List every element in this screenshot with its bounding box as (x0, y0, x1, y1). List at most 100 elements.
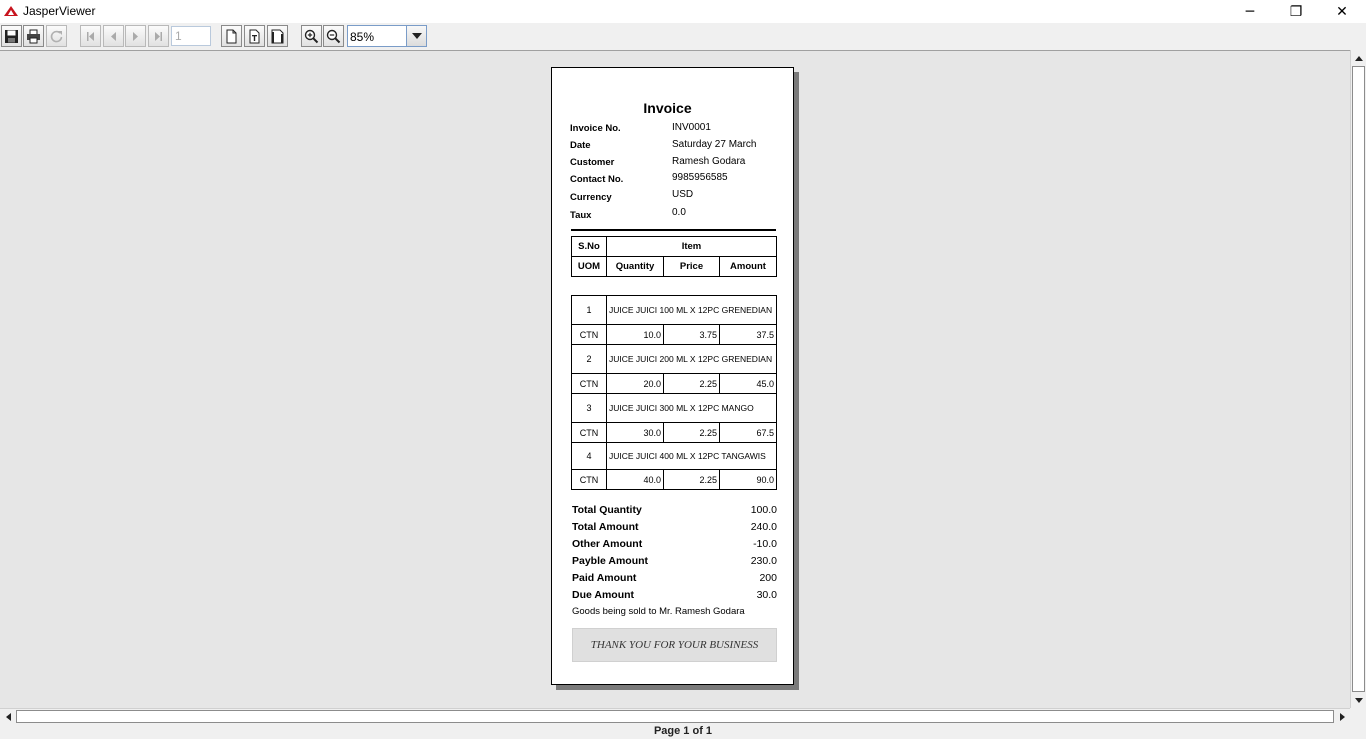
paid-amount-label: Paid Amount (572, 572, 637, 584)
item-description: JUICE JUICI 300 ML X 12PC MANGO (606, 393, 777, 423)
table-row: CTN 10.0 3.75 37.5 (571, 324, 777, 345)
scroll-up-button[interactable] (1351, 50, 1366, 66)
thank-you-banner: THANK YOU FOR YOUR BUSINESS (572, 628, 777, 662)
save-icon (5, 29, 18, 43)
next-page-button[interactable] (125, 25, 146, 47)
previous-page-button[interactable] (103, 25, 124, 47)
vertical-scroll-thumb[interactable] (1352, 66, 1365, 692)
chevron-left-icon (5, 713, 11, 721)
close-button[interactable]: ✕ (1319, 0, 1365, 23)
due-amount-label: Due Amount (572, 589, 635, 601)
customer-value: Ramesh Godara (672, 156, 746, 167)
currency-value: USD (672, 189, 694, 200)
date-value: Saturday 27 March (672, 139, 757, 150)
chevron-down-icon (411, 33, 422, 39)
table-row: 2 JUICE JUICI 200 ML X 12PC GRENEDIAN (571, 344, 777, 374)
paid-amount-value: 200 (759, 572, 777, 584)
table-row: 1 JUICE JUICI 100 ML X 12PC GRENEDIAN (571, 295, 777, 325)
scroll-right-button[interactable] (1334, 709, 1350, 725)
fit-width-button[interactable] (267, 25, 288, 47)
item-price: 2.25 (663, 373, 720, 394)
chevron-down-icon (1355, 697, 1363, 703)
date-label: Date (570, 140, 591, 151)
item-quantity: 30.0 (606, 422, 664, 443)
fit-page-icon (249, 29, 260, 43)
customer-label: Customer (570, 157, 615, 168)
first-page-button[interactable] (80, 25, 101, 47)
item-amount: 90.0 (719, 469, 777, 490)
item-price: 2.25 (663, 422, 720, 443)
item-amount: 45.0 (719, 373, 777, 394)
zoom-in-icon (304, 29, 319, 43)
items-table: 1 JUICE JUICI 100 ML X 12PC GRENEDIAN CT… (571, 295, 777, 490)
total-quantity-value: 100.0 (750, 504, 777, 516)
column-uom-header: UOM (571, 256, 607, 277)
page-status: Page 1 of 1 (653, 725, 713, 737)
item-quantity: 10.0 (606, 324, 664, 345)
table-row: 4 JUICE JUICI 400 ML X 12PC TANGAWIS (571, 442, 777, 470)
reload-icon (50, 30, 63, 42)
scroll-down-button[interactable] (1351, 692, 1366, 708)
horizontal-scrollbar[interactable] (0, 708, 1350, 724)
table-row: UOM Quantity Price Amount (571, 256, 777, 277)
due-amount-value: 30.0 (756, 589, 777, 601)
page-number-input[interactable] (171, 26, 211, 46)
window-title: JasperViewer (23, 4, 96, 18)
zoom-out-button[interactable] (323, 25, 344, 47)
first-page-icon (87, 31, 94, 41)
chevron-right-icon (1339, 713, 1345, 721)
horizontal-scroll-thumb[interactable] (16, 710, 1334, 723)
total-quantity-label: Total Quantity (572, 504, 642, 516)
column-price-header: Price (663, 256, 720, 277)
jasper-logo-icon (4, 6, 18, 16)
toolbar: 85% (0, 23, 1366, 50)
fit-page-button[interactable] (244, 25, 265, 47)
last-page-icon (155, 31, 162, 41)
sold-to-note: Goods being sold to Mr. Ramesh Godara (572, 606, 745, 617)
other-amount-label: Other Amount (572, 538, 643, 550)
title-bar: JasperViewer ─ ❐ ✕ (0, 0, 1366, 23)
column-quantity-header: Quantity (606, 256, 664, 277)
contact-no-value: 9985956585 (672, 172, 728, 183)
table-row: S.No Item (571, 236, 777, 257)
print-icon (27, 29, 40, 43)
previous-page-icon (111, 31, 116, 41)
payable-amount-label: Payble Amount (572, 555, 649, 567)
item-amount: 67.5 (719, 422, 777, 443)
actual-size-button[interactable] (221, 25, 242, 47)
table-row: CTN 40.0 2.25 90.0 (571, 469, 777, 490)
other-amount-value: -10.0 (753, 538, 777, 550)
item-quantity: 20.0 (606, 373, 664, 394)
print-button[interactable] (23, 25, 44, 47)
reload-button[interactable] (46, 25, 67, 47)
item-amount: 37.5 (719, 324, 777, 345)
scroll-left-button[interactable] (0, 709, 16, 725)
zoom-combobox[interactable]: 85% (347, 25, 427, 47)
table-row: 3 JUICE JUICI 300 ML X 12PC MANGO (571, 393, 777, 423)
table-row: CTN 20.0 2.25 45.0 (571, 373, 777, 394)
column-amount-header: Amount (719, 256, 777, 277)
item-price: 2.25 (663, 469, 720, 490)
currency-label: Currency (570, 192, 612, 203)
taux-label: Taux (570, 210, 592, 221)
zoom-value[interactable]: 85% (350, 30, 374, 44)
item-sno: 2 (571, 344, 607, 374)
fit-width-icon (271, 29, 284, 43)
item-description: JUICE JUICI 200 ML X 12PC GRENEDIAN (606, 344, 777, 374)
invoice-title: Invoice (643, 100, 692, 116)
maximize-button[interactable]: ❐ (1273, 0, 1319, 23)
last-page-button[interactable] (148, 25, 169, 47)
vertical-scrollbar[interactable] (1350, 50, 1366, 708)
item-uom: CTN (571, 422, 607, 443)
minimize-button[interactable]: ─ (1227, 0, 1273, 23)
item-sno: 1 (571, 295, 607, 325)
column-sno-header: S.No (571, 236, 607, 257)
contact-no-label: Contact No. (570, 174, 624, 185)
item-uom: CTN (571, 373, 607, 394)
column-header-table: S.No Item UOM Quantity Price Amount (571, 236, 777, 277)
zoom-in-button[interactable] (301, 25, 322, 47)
save-button[interactable] (1, 25, 22, 47)
table-row: CTN 30.0 2.25 67.5 (571, 422, 777, 443)
invoice-no-value: INV0001 (672, 122, 711, 133)
zoom-dropdown-button[interactable] (406, 26, 426, 46)
